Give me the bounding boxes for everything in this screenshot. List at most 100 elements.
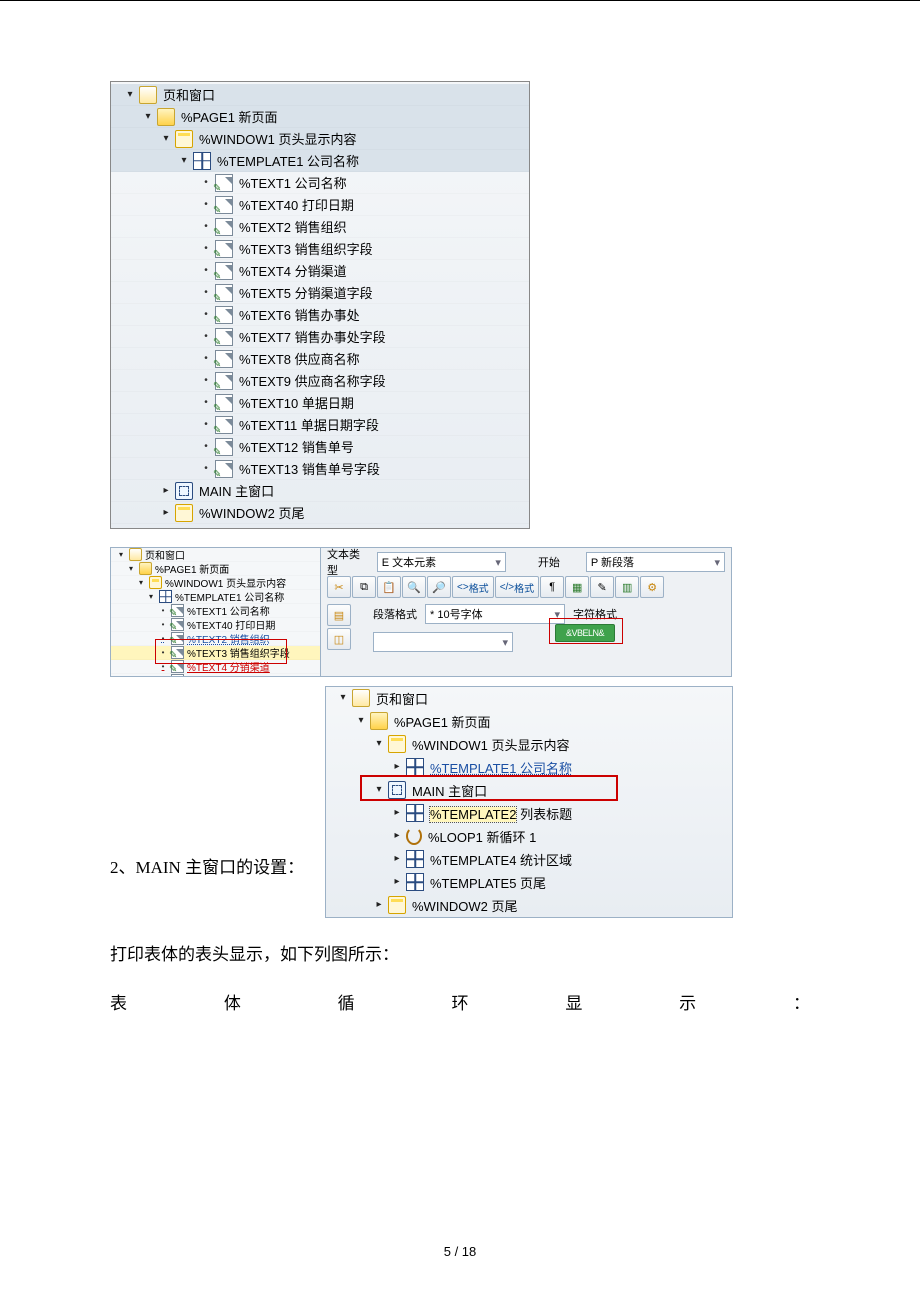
loop-icon bbox=[406, 827, 422, 845]
tree-node-text40[interactable]: %TEXT40 打印日期 bbox=[111, 618, 320, 632]
page-button[interactable]: ▦ bbox=[565, 576, 589, 598]
expand-icon[interactable] bbox=[161, 508, 171, 518]
node-label: %TEXT12 销售单号 bbox=[239, 437, 529, 456]
tree-node-text[interactable]: %TEXT10 单据日期 bbox=[111, 392, 529, 414]
body-text-2: 打印表体的表头显示，如下列图所示： bbox=[110, 940, 810, 965]
expand-icon[interactable] bbox=[143, 112, 153, 122]
tree-node-root[interactable]: 页和窗口 bbox=[326, 687, 732, 710]
select-start[interactable]: P 新段落 bbox=[586, 552, 725, 572]
tree-node-text[interactable]: %TEXT7 销售办事处字段 bbox=[111, 326, 529, 348]
format-button-2[interactable]: </>格式 bbox=[495, 576, 539, 598]
tree-node-text[interactable]: %TEXT4 分销渠道 bbox=[111, 260, 529, 282]
variable-token[interactable]: &VBELN& bbox=[555, 624, 615, 642]
tree-node-text5[interactable]: %TEXT5 分销渠道字段 bbox=[111, 674, 320, 676]
paste-button[interactable]: 📋 bbox=[377, 576, 401, 598]
tree-node-text[interactable]: %TEXT13 销售单号字段 bbox=[111, 458, 529, 480]
tree-node-text[interactable]: %TEXT5 分销渠道字段 bbox=[111, 282, 529, 304]
layout-button[interactable]: ▥ bbox=[615, 576, 639, 598]
select-char-format[interactable] bbox=[373, 632, 513, 652]
node-label: %TEXT6 销售办事处 bbox=[239, 305, 529, 324]
text-icon bbox=[215, 262, 233, 280]
node-label: %PAGE1 新页面 bbox=[181, 107, 529, 126]
text-icon bbox=[215, 372, 233, 390]
tree-node-page[interactable]: %PAGE1 新页面 bbox=[326, 710, 732, 733]
tree-node-window1[interactable]: %WINDOW1 页头显示内容 bbox=[111, 576, 320, 590]
tree-node-text4[interactable]: %TEXT4 分销渠道 bbox=[111, 660, 320, 674]
text-icon bbox=[215, 218, 233, 236]
tree-node-window1[interactable]: %WINDOW1 页头显示内容 bbox=[111, 128, 529, 150]
template-icon bbox=[193, 152, 211, 170]
tree-node-template1[interactable]: %TEMPLATE1 公司名称 bbox=[111, 590, 320, 604]
tree-node-page[interactable]: %PAGE1 新页面 bbox=[111, 562, 320, 576]
bullet-icon bbox=[201, 420, 211, 430]
tree-node-template1[interactable]: %TEMPLATE1 公司名称 bbox=[326, 756, 732, 779]
tree-node-window2[interactable]: %WINDOW2 页尾 bbox=[111, 502, 529, 524]
page-icon bbox=[157, 108, 175, 126]
edit-button[interactable]: ✎ bbox=[590, 576, 614, 598]
side-btn-2[interactable]: ◫ bbox=[327, 628, 351, 650]
tree-node-page[interactable]: %PAGE1 新页面 bbox=[111, 106, 529, 128]
tree-node-text3[interactable]: %TEXT3 销售组织字段 bbox=[111, 646, 320, 660]
text-icon bbox=[215, 284, 233, 302]
tree-node-text[interactable]: %TEXT11 单据日期字段 bbox=[111, 414, 529, 436]
side-btn-1[interactable]: ▤ bbox=[327, 604, 351, 626]
tree-node-loop[interactable]: %LOOP1 新循环 1 bbox=[326, 825, 732, 848]
select-text-type[interactable]: E 文本元素 bbox=[377, 552, 506, 572]
node-label: MAIN 主窗口 bbox=[199, 481, 529, 500]
tree-node-template1[interactable]: %TEMPLATE1 公司名称 bbox=[111, 150, 529, 172]
label-char-format: 字符格式 bbox=[573, 606, 617, 622]
editor-toolbar: ✂ ⧉ 📋 🔍 🔎 <>格式 </>格式 ¶ ▦ ✎ ▥ ⚙ bbox=[327, 576, 725, 598]
tree-node-text[interactable]: %TEXT6 销售办事处 bbox=[111, 304, 529, 326]
smartforms-tree-1: 页和窗口 %PAGE1 新页面 %WINDOW1 页头显示内容 %TEMPLAT… bbox=[110, 81, 530, 529]
node-label: %TEXT7 销售办事处字段 bbox=[239, 327, 529, 346]
text-icon bbox=[215, 328, 233, 346]
section-heading: 2、MAIN 主窗口的设置： bbox=[110, 853, 304, 878]
tree-panel: 页和窗口 %PAGE1 新页面 %WINDOW1 页头显示内容 %TEMPLAT… bbox=[111, 548, 321, 676]
expand-icon[interactable] bbox=[161, 486, 171, 496]
text-icon bbox=[215, 394, 233, 412]
expand-icon[interactable] bbox=[179, 156, 189, 166]
tree-node-template5[interactable]: %TEMPLATE5 页尾 bbox=[326, 871, 732, 894]
node-label: %WINDOW2 页尾 bbox=[199, 503, 529, 522]
tree-node-text[interactable]: %TEXT1 公司名称 bbox=[111, 172, 529, 194]
expand-icon[interactable] bbox=[161, 134, 171, 144]
format-button-1[interactable]: <>格式 bbox=[452, 576, 494, 598]
tree-node-text1[interactable]: %TEXT1 公司名称 bbox=[111, 604, 320, 618]
tree-node-main[interactable]: MAIN 主窗口 bbox=[111, 480, 529, 502]
node-label: %TEXT5 分销渠道字段 bbox=[239, 283, 529, 302]
bullet-icon bbox=[201, 178, 211, 188]
label-start: 开始 bbox=[538, 554, 580, 570]
tree-node-text[interactable]: %TEXT2 销售组织 bbox=[111, 216, 529, 238]
tree-node-window1[interactable]: %WINDOW1 页头显示内容 bbox=[326, 733, 732, 756]
node-label: %WINDOW1 页头显示内容 bbox=[199, 129, 529, 148]
tree-node-template2[interactable]: %TEMPLATE2 列表标题 bbox=[326, 802, 732, 825]
tree-node-text2[interactable]: %TEXT2 销售组织 bbox=[111, 632, 320, 646]
select-para-format[interactable]: * 10号字体 bbox=[425, 604, 565, 624]
tree-node-root[interactable]: 页和窗口 bbox=[111, 84, 529, 106]
tree-node-window2[interactable]: %WINDOW2 页尾 bbox=[326, 894, 732, 917]
node-label: %TEMPLATE1 公司名称 bbox=[217, 151, 529, 170]
tree-node-template4[interactable]: %TEMPLATE4 统计区域 bbox=[326, 848, 732, 871]
copy-button[interactable]: ⧉ bbox=[352, 576, 376, 598]
bullet-icon bbox=[201, 442, 211, 452]
find-next-button[interactable]: 🔎 bbox=[427, 576, 451, 598]
tree-node-text[interactable]: %TEXT40 打印日期 bbox=[111, 194, 529, 216]
text-icon bbox=[215, 306, 233, 324]
tree-node-text[interactable]: %TEXT8 供应商名称 bbox=[111, 348, 529, 370]
expand-icon[interactable] bbox=[125, 90, 135, 100]
tree-node-text[interactable]: %TEXT9 供应商名称字段 bbox=[111, 370, 529, 392]
main-window-icon bbox=[175, 482, 193, 500]
text-icon bbox=[215, 196, 233, 214]
paragraph-button[interactable]: ¶ bbox=[540, 576, 564, 598]
bullet-icon bbox=[201, 222, 211, 232]
label-text-type: 文本类型 bbox=[327, 546, 371, 578]
find-button[interactable]: 🔍 bbox=[402, 576, 426, 598]
settings-button[interactable]: ⚙ bbox=[640, 576, 664, 598]
tree-node-root[interactable]: 页和窗口 bbox=[111, 548, 320, 562]
tree-node-main[interactable]: MAIN 主窗口 bbox=[326, 779, 732, 802]
properties-panel: 文本类型 E 文本元素 开始 P 新段落 ✂ ⧉ 📋 🔍 🔎 <>格式 </>格… bbox=[321, 548, 731, 676]
node-label: %TEXT3 销售组织字段 bbox=[239, 239, 529, 258]
cut-button[interactable]: ✂ bbox=[327, 576, 351, 598]
tree-node-text[interactable]: %TEXT3 销售组织字段 bbox=[111, 238, 529, 260]
tree-node-text[interactable]: %TEXT12 销售单号 bbox=[111, 436, 529, 458]
